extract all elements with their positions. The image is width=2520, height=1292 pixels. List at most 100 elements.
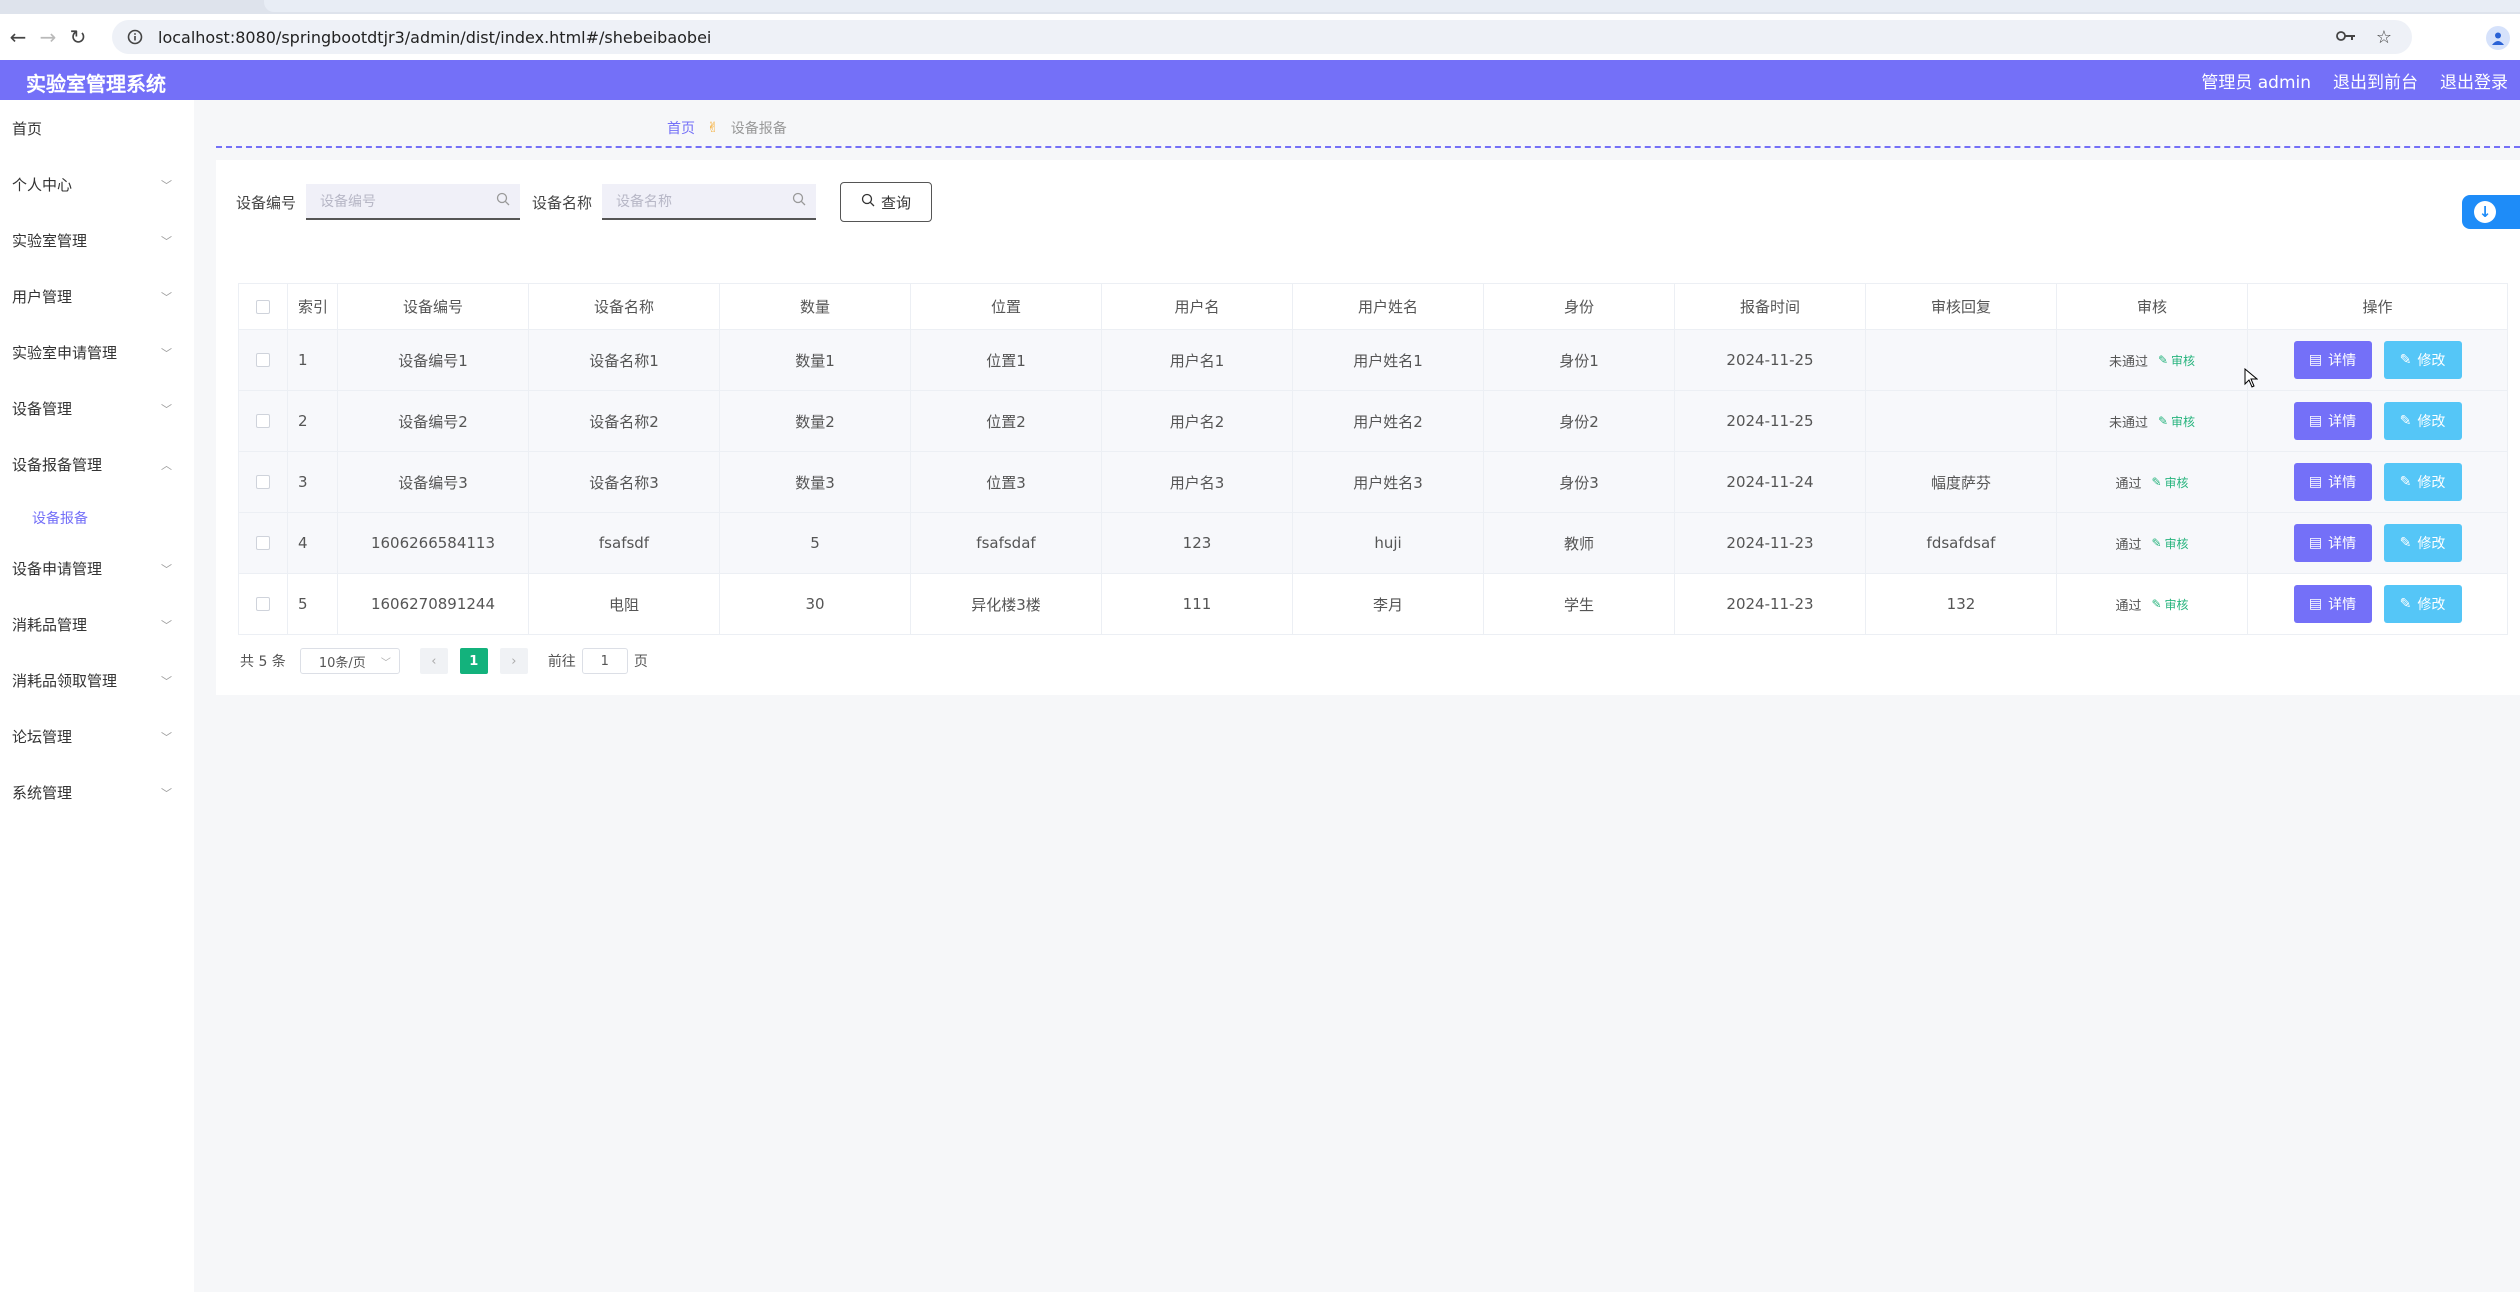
edit-pen-icon: ✎ [2399, 535, 2412, 551]
sidebar-item-device-report[interactable]: 设备报备管理 ︿ [12, 454, 172, 475]
detail-button[interactable]: ▤ 详情 [2293, 524, 2372, 562]
audit-link[interactable]: ✎ 审核 [2158, 413, 2195, 430]
cell-audit: 未通过 ✎ 审核 [2057, 330, 2248, 390]
column-header: 操作 [2248, 284, 2508, 329]
column-header: 审核 [2057, 284, 2248, 329]
sidebar-item-device-apply[interactable]: 设备申请管理 ﹀ [12, 558, 172, 579]
sidebar-item-home[interactable]: 首页 [12, 118, 172, 139]
edit-button[interactable]: ✎ 修改 [2383, 341, 2462, 379]
sidebar-item-consumable-receive[interactable]: 消耗品领取管理 ﹀ [12, 670, 172, 691]
row-checkbox[interactable] [256, 414, 270, 428]
chevron-up-icon: ︿ [161, 458, 172, 472]
device-name-input[interactable]: 设备名称 [602, 184, 817, 220]
edit-button[interactable]: ✎ 修改 [2383, 402, 2462, 440]
detail-button-label: 详情 [2328, 597, 2357, 613]
breadcrumb: 首页 ✌ 设备报备 [667, 118, 787, 138]
sidebar-item-devices[interactable]: 设备管理 ﹀ [12, 398, 172, 419]
audit-link[interactable]: ✎ 审核 [2151, 474, 2188, 491]
cell-name: fsafsdf [529, 513, 720, 573]
detail-button[interactable]: ▤ 详情 [2293, 402, 2372, 440]
table-row[interactable]: 3 设备编号3 设备名称3 数量3 位置3 用户名3 用户姓名3 身份3 202… [239, 452, 2508, 513]
row-checkbox[interactable] [256, 597, 270, 611]
select-all-checkbox[interactable] [256, 299, 270, 314]
audit-status: 通过 [2115, 476, 2142, 492]
edit-button-label: 修改 [2417, 414, 2446, 430]
device-code-input[interactable]: 设备编号 [306, 184, 521, 220]
sidebar-item-lab-apply[interactable]: 实验室申请管理 ﹀ [12, 342, 172, 363]
cell-time: 2024-11-25 [1675, 330, 1866, 390]
cell-index: 2 [288, 391, 338, 451]
bookmark-star-icon[interactable]: ☆ [2376, 27, 2392, 48]
address-bar[interactable]: localhost:8080/springbootdtjr3/admin/dis… [112, 20, 2412, 54]
column-header: 审核回复 [1866, 284, 2057, 329]
forward-icon[interactable]: → [36, 25, 60, 49]
page-size-select[interactable]: 10条/页 ﹀ [299, 648, 400, 674]
edit-button[interactable]: ✎ 修改 [2383, 585, 2462, 623]
breadcrumb-home[interactable]: 首页 [667, 118, 695, 138]
edit-button[interactable]: ✎ 修改 [2383, 463, 2462, 501]
breadcrumb-separator-icon: ✌ [707, 120, 719, 136]
cell-realname: 用户姓名1 [1293, 330, 1484, 390]
cell-audit: 未通过 ✎ 审核 [2057, 391, 2248, 451]
document-icon: ▤ [2308, 352, 2323, 368]
sidebar-item-label: 实验室管理 [12, 232, 88, 250]
row-checkbox[interactable] [256, 536, 270, 550]
pagination-total: 共 5 条 [240, 654, 286, 670]
cell-reply: fdsafdsaf [1866, 513, 2057, 573]
floating-download-button[interactable]: ↓ [2462, 195, 2520, 229]
audit-status: 未通过 [2108, 415, 2148, 431]
sidebar-item-personal[interactable]: 个人中心 ﹀ [12, 174, 172, 195]
exit-to-front-link[interactable]: 退出到前台 [2333, 68, 2418, 93]
edit-pen-icon: ✎ [2399, 474, 2412, 490]
audit-link[interactable]: ✎ 审核 [2151, 535, 2188, 552]
row-checkbox[interactable] [256, 475, 270, 489]
profile-icon[interactable] [2486, 26, 2510, 50]
chevron-down-icon: ﹀ [161, 178, 172, 192]
query-button[interactable]: 查询 [840, 182, 933, 222]
detail-button[interactable]: ▤ 详情 [2293, 585, 2372, 623]
cell-index: 4 [288, 513, 338, 573]
audit-link[interactable]: ✎ 审核 [2158, 352, 2195, 369]
goto-page-input[interactable]: 1 [581, 648, 628, 674]
table-row[interactable]: 4 1606266584113 fsafsdf 5 fsafsdaf 123 h… [239, 513, 2508, 574]
audit-link-label: 审核 [2171, 353, 2196, 368]
sidebar-item-forum[interactable]: 论坛管理 ﹀ [12, 726, 172, 747]
data-table: 索引 设备编号 设备名称 数量 位置 用户名 用户姓名 身份 报备时间 审核回复… [238, 283, 2508, 635]
page-1-button[interactable]: 1 [459, 648, 488, 674]
cell-location: 位置3 [911, 452, 1102, 512]
cell-audit: 通过 ✎ 审核 [2057, 513, 2248, 573]
edit-button[interactable]: ✎ 修改 [2383, 524, 2462, 562]
back-icon[interactable]: ← [6, 25, 30, 49]
sidebar-subitem-device-report[interactable]: 设备报备 [32, 508, 88, 528]
detail-button[interactable]: ▤ 详情 [2293, 463, 2372, 501]
main-panel: 设备编号 设备编号 设备名称 设备名称 查询 ↓ 索引 设备编号 设备名称 数量… [216, 160, 2520, 695]
audit-link[interactable]: ✎ 审核 [2151, 596, 2188, 613]
table-row[interactable]: 5 1606270891244 电阻 30 异化楼3楼 111 李月 学生 20… [239, 574, 2508, 635]
audit-status: 未通过 [2108, 354, 2148, 370]
cell-code: 设备编号2 [338, 391, 529, 451]
cell-index: 3 [288, 452, 338, 512]
sidebar-item-users[interactable]: 用户管理 ﹀ [12, 286, 172, 307]
next-page-button[interactable]: › [499, 648, 528, 674]
cell-location: fsafsdaf [911, 513, 1102, 573]
sidebar-item-system[interactable]: 系统管理 ﹀ [12, 782, 172, 803]
reload-icon[interactable]: ↻ [66, 25, 90, 49]
browser-tab[interactable] [264, 0, 2520, 12]
key-icon[interactable] [2335, 28, 2356, 47]
detail-button[interactable]: ▤ 详情 [2293, 341, 2372, 379]
table-row[interactable]: 1 设备编号1 设备名称1 数量1 位置1 用户名1 用户姓名1 身份1 202… [239, 330, 2508, 391]
row-checkbox[interactable] [256, 353, 270, 367]
pagination: 共 5 条 10条/页 ﹀ ‹ 1 › 前往 1 页 [240, 648, 648, 674]
breadcrumb-divider [216, 146, 2520, 148]
cell-reply [1866, 391, 2057, 451]
chevron-down-icon: ﹀ [161, 290, 172, 304]
sidebar-item-consumables[interactable]: 消耗品管理 ﹀ [12, 614, 172, 635]
app-title: 实验室管理系统 [26, 72, 166, 96]
detail-button-label: 详情 [2328, 536, 2357, 552]
table-row[interactable]: 2 设备编号2 设备名称2 数量2 位置2 用户名2 用户姓名2 身份2 202… [239, 391, 2508, 452]
header-user: 管理员 admin [2201, 73, 2311, 93]
sidebar-item-labs[interactable]: 实验室管理 ﹀ [12, 230, 172, 251]
site-info-icon[interactable] [124, 26, 146, 48]
logout-link[interactable]: 退出登录 [2440, 68, 2508, 93]
prev-page-button[interactable]: ‹ [419, 648, 448, 674]
